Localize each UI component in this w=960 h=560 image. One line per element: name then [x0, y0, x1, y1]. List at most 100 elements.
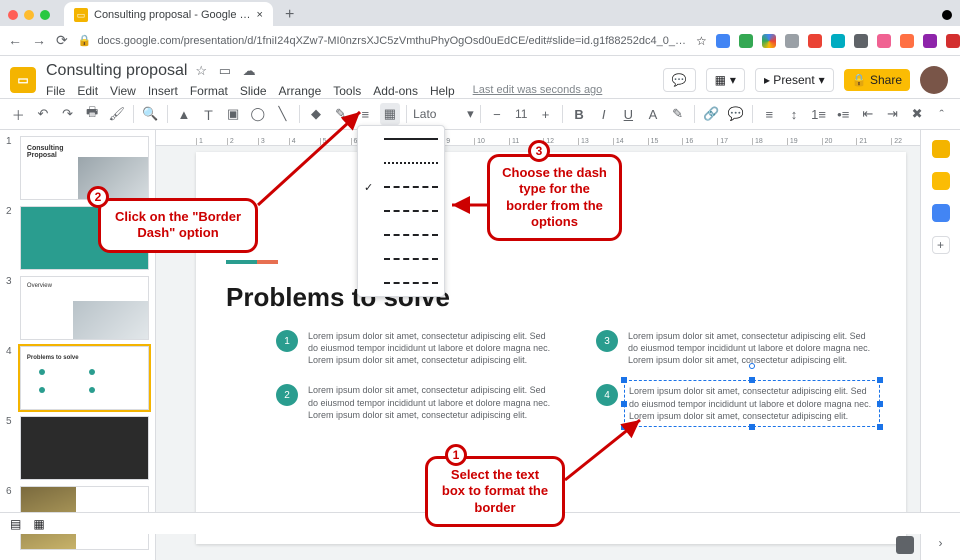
- fullscreen-window-icon[interactable]: [40, 10, 50, 20]
- slides-logo-icon[interactable]: ▭: [10, 67, 36, 93]
- menu-slide[interactable]: Slide: [240, 84, 267, 98]
- resize-handle[interactable]: [877, 377, 883, 383]
- list-item[interactable]: 1 Lorem ipsum dolor sit amet, consectetu…: [276, 330, 556, 366]
- list-item[interactable]: 3 Lorem ipsum dolor sit amet, consectetu…: [596, 330, 876, 366]
- slide-thumbnail-4[interactable]: Problems to solve: [20, 346, 149, 410]
- select-tool[interactable]: ▲: [174, 103, 195, 125]
- share-button[interactable]: 🔒 Share: [844, 69, 910, 91]
- extension-icon[interactable]: [877, 34, 891, 48]
- text-color-button[interactable]: A: [643, 103, 664, 125]
- textbox-tool[interactable]: Ｔ: [198, 103, 219, 125]
- decrease-font-button[interactable]: −: [487, 103, 508, 125]
- tab-close-icon[interactable]: ×: [257, 9, 263, 21]
- menu-arrange[interactable]: Arrange: [279, 84, 322, 98]
- numbered-list-button[interactable]: 1≡: [808, 103, 829, 125]
- resize-handle[interactable]: [877, 424, 883, 430]
- undo-button[interactable]: ↶: [33, 103, 54, 125]
- hide-panel-icon[interactable]: ›: [939, 536, 943, 550]
- present-button[interactable]: ▸ Present ▾: [755, 68, 834, 92]
- browser-tab[interactable]: ▭ Consulting proposal - Google … ×: [64, 2, 273, 28]
- slide-thumbnail-1[interactable]: Consulting Proposal: [20, 136, 149, 200]
- decrease-indent-button[interactable]: ⇤: [858, 103, 879, 125]
- fill-color-button[interactable]: ◆: [306, 103, 327, 125]
- line-tool[interactable]: ╲: [272, 103, 293, 125]
- menu-file[interactable]: File: [46, 84, 65, 98]
- keep-icon[interactable]: [932, 172, 950, 190]
- redo-button[interactable]: ↷: [57, 103, 78, 125]
- insert-comment-button[interactable]: 💬: [725, 103, 746, 125]
- cloud-status-icon[interactable]: ☁: [243, 63, 260, 78]
- underline-button[interactable]: U: [618, 103, 639, 125]
- resize-handle[interactable]: [749, 424, 755, 430]
- account-avatar[interactable]: [920, 66, 948, 94]
- toolbar-overflow-button[interactable]: ˆ: [931, 103, 952, 125]
- paint-format-button[interactable]: 🖌: [107, 103, 128, 125]
- slide-thumbnail-5[interactable]: [20, 416, 149, 480]
- document-title[interactable]: Consulting proposal: [46, 62, 187, 80]
- line-spacing-button[interactable]: ↕: [784, 103, 805, 125]
- calendar-icon[interactable]: [932, 140, 950, 158]
- increase-indent-button[interactable]: ⇥: [882, 103, 903, 125]
- back-button[interactable]: ←: [8, 32, 22, 49]
- move-document-icon[interactable]: ▭: [219, 63, 235, 78]
- menu-help[interactable]: Help: [430, 84, 455, 98]
- menu-tools[interactable]: Tools: [333, 84, 361, 98]
- last-edit-link[interactable]: Last edit was seconds ago: [473, 84, 603, 98]
- border-weight-button[interactable]: ≡: [355, 103, 376, 125]
- dash-option-solid[interactable]: [364, 132, 438, 146]
- highlight-button[interactable]: ✎: [667, 103, 688, 125]
- extension-icon[interactable]: [739, 34, 753, 48]
- zoom-button[interactable]: 🔍: [140, 103, 161, 125]
- list-item[interactable]: 2 Lorem ipsum dolor sit amet, consectetu…: [276, 384, 556, 422]
- filmstrip-view-icon[interactable]: ▤: [10, 517, 21, 531]
- dash-option-short-dash[interactable]: ✓: [364, 180, 438, 194]
- extension-icon[interactable]: [785, 34, 799, 48]
- slideshow-button[interactable]: ▦ ▾: [706, 68, 745, 92]
- tasks-icon[interactable]: [932, 204, 950, 222]
- print-button[interactable]: 🖶: [82, 103, 103, 125]
- dash-option-dash[interactable]: [364, 204, 438, 218]
- shape-tool[interactable]: ◯: [248, 103, 269, 125]
- forward-button[interactable]: →: [32, 32, 46, 49]
- menu-view[interactable]: View: [110, 84, 136, 98]
- border-dash-button[interactable]: ▦: [380, 103, 401, 125]
- selected-textbox[interactable]: Lorem ipsum dolor sit amet, consectetur …: [624, 380, 880, 426]
- extension-icon[interactable]: [923, 34, 937, 48]
- image-tool[interactable]: ▣: [223, 103, 244, 125]
- star-document-icon[interactable]: ☆: [195, 63, 211, 78]
- extension-icon[interactable]: [946, 34, 960, 48]
- window-controls[interactable]: [8, 10, 50, 20]
- new-slide-button[interactable]: ＋: [8, 103, 29, 125]
- menu-format[interactable]: Format: [190, 84, 228, 98]
- comment-history-button[interactable]: 💬: [663, 68, 696, 92]
- reload-button[interactable]: ⟳: [56, 32, 68, 49]
- menu-insert[interactable]: Insert: [148, 84, 178, 98]
- bulleted-list-button[interactable]: •≡: [833, 103, 854, 125]
- extension-icon[interactable]: [808, 34, 822, 48]
- grid-view-icon[interactable]: ▦: [33, 517, 44, 531]
- extension-icon[interactable]: [716, 34, 730, 48]
- border-color-button[interactable]: ✎: [330, 103, 351, 125]
- dash-option-dotted[interactable]: [364, 156, 438, 170]
- increase-font-button[interactable]: +: [535, 103, 556, 125]
- clear-formatting-button[interactable]: ✖: [907, 103, 928, 125]
- add-addon-icon[interactable]: +: [932, 236, 950, 254]
- resize-handle[interactable]: [621, 377, 627, 383]
- list-item[interactable]: 4 Lorem ipsum dolor sit amet, consectetu…: [596, 384, 876, 422]
- new-tab-button[interactable]: +: [285, 6, 294, 24]
- font-family-select[interactable]: Lato: [413, 107, 463, 121]
- bold-button[interactable]: B: [569, 103, 590, 125]
- star-icon[interactable]: ☆: [696, 34, 707, 48]
- menu-edit[interactable]: Edit: [77, 84, 98, 98]
- font-size-input[interactable]: 11: [511, 107, 531, 121]
- extension-icon[interactable]: [831, 34, 845, 48]
- resize-handle[interactable]: [749, 377, 755, 383]
- close-window-icon[interactable]: [8, 10, 18, 20]
- extension-icon[interactable]: [900, 34, 914, 48]
- account-dot-icon[interactable]: [942, 10, 952, 20]
- align-button[interactable]: ≡: [759, 103, 780, 125]
- resize-handle[interactable]: [621, 424, 627, 430]
- slide-thumbnail-3[interactable]: Overview: [20, 276, 149, 340]
- insert-link-button[interactable]: 🔗: [701, 103, 722, 125]
- extension-icon[interactable]: [854, 34, 868, 48]
